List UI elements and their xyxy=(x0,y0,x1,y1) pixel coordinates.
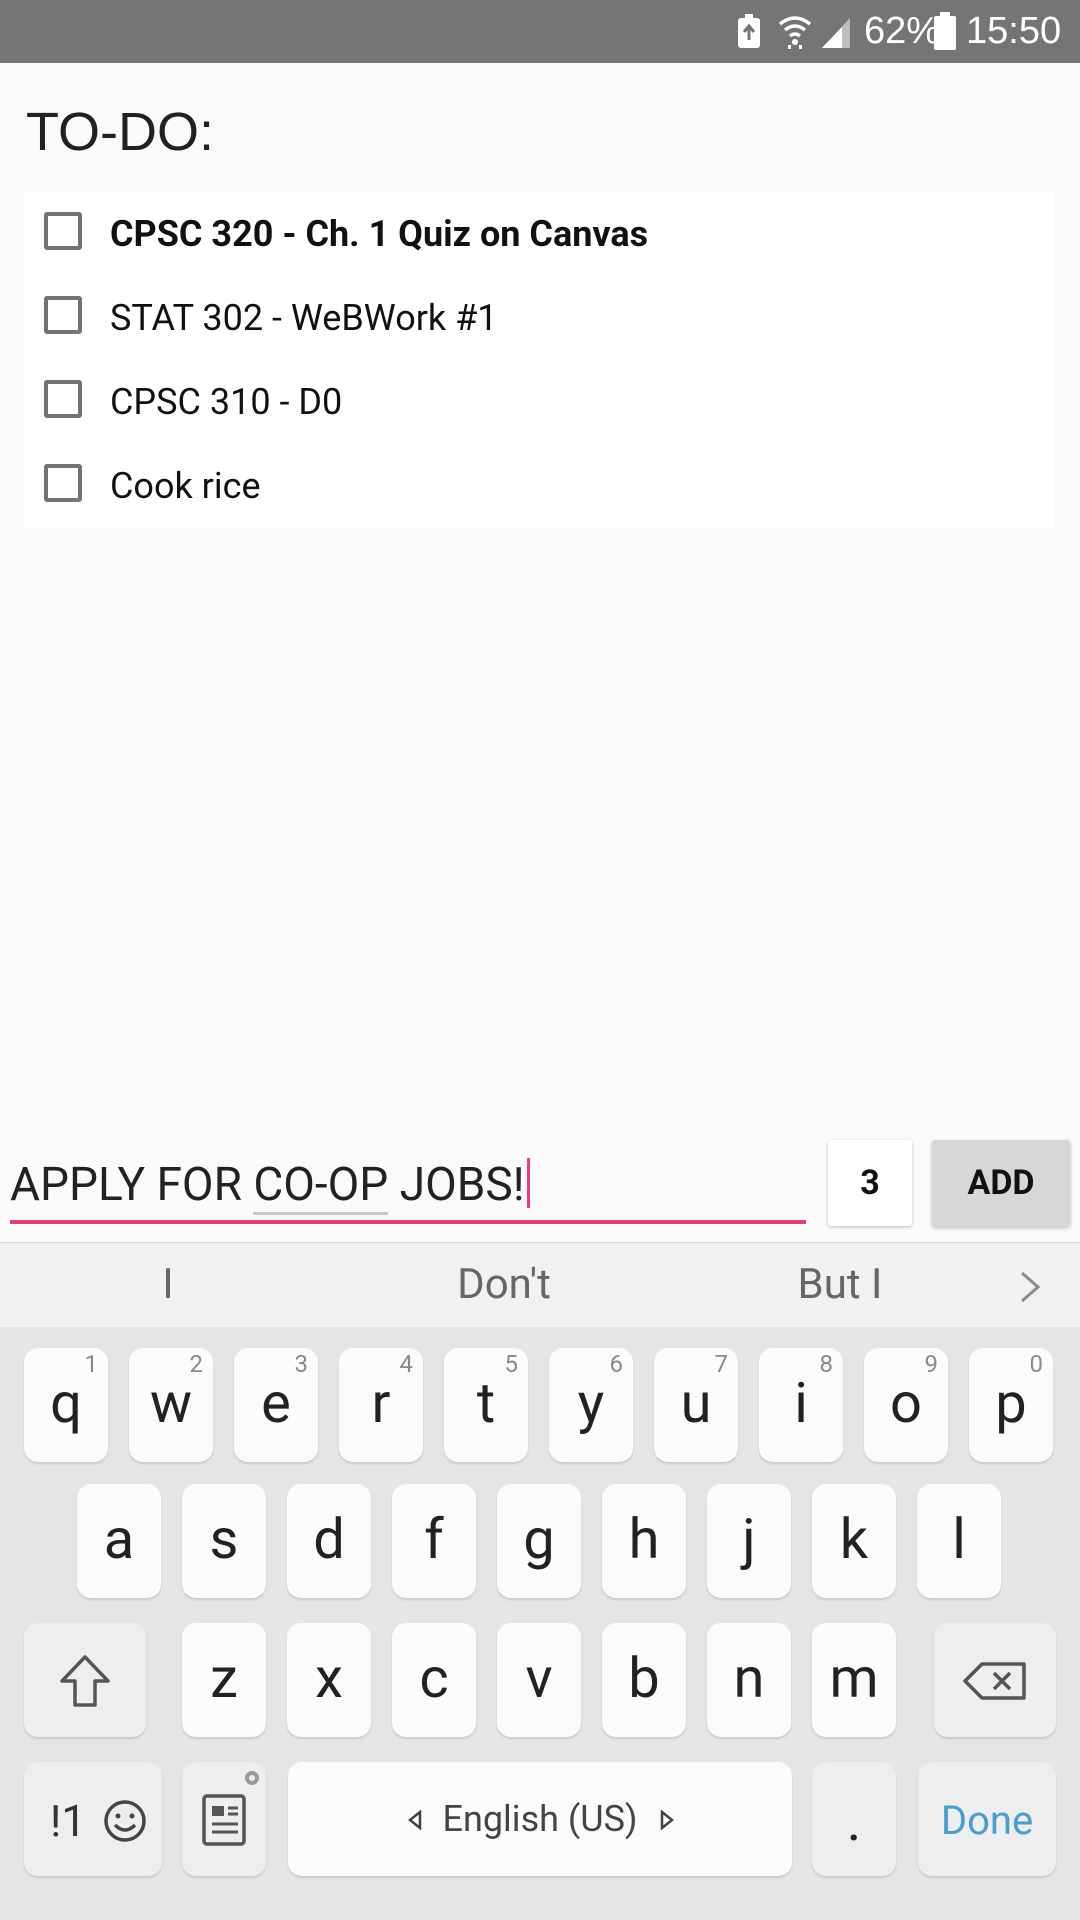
suggestion-3[interactable]: But I xyxy=(672,1243,1008,1327)
checkbox[interactable] xyxy=(44,380,82,418)
item-label: CPSC 310 - D0 xyxy=(110,381,343,423)
symbols-key[interactable]: !1 xyxy=(24,1762,162,1876)
battery-percent: 62% xyxy=(864,10,941,52)
key-a[interactable]: a xyxy=(77,1484,161,1598)
key-o[interactable]: 9o xyxy=(864,1348,948,1462)
key-n[interactable]: n xyxy=(707,1623,791,1737)
key-v[interactable]: v xyxy=(497,1623,581,1737)
priority-field[interactable]: 3 xyxy=(828,1140,912,1226)
checkbox[interactable] xyxy=(44,296,82,334)
text-cursor xyxy=(526,1158,530,1208)
input-text-prefix: APPLY FOR xyxy=(10,1158,254,1212)
suggestion-1[interactable]: I xyxy=(0,1243,336,1327)
shift-key[interactable] xyxy=(24,1623,146,1737)
composing-text: CO-OP xyxy=(253,1158,389,1215)
key-r[interactable]: 4r xyxy=(339,1348,423,1462)
arrow-right-icon xyxy=(660,1810,674,1830)
key-z[interactable]: z xyxy=(182,1623,266,1737)
battery-icon xyxy=(934,12,956,50)
input-text-suffix: JOBS! xyxy=(388,1158,525,1212)
key-g[interactable]: g xyxy=(497,1484,581,1598)
status-bar: 62% 15:50 xyxy=(0,0,1080,63)
key-s[interactable]: s xyxy=(182,1484,266,1598)
shift-icon xyxy=(60,1655,110,1707)
space-label: English (US) xyxy=(442,1798,638,1840)
key-w[interactable]: 2w xyxy=(129,1348,213,1462)
cell-signal-icon xyxy=(822,18,850,48)
symbols-label: !1 xyxy=(50,1795,87,1847)
list-item[interactable]: CPSC 320 - Ch. 1 Quiz on Canvas xyxy=(24,192,1054,276)
list-item[interactable]: STAT 302 - WeBWork #1 xyxy=(24,276,1054,360)
space-key[interactable]: English (US) xyxy=(288,1762,792,1876)
key-e[interactable]: 3e xyxy=(234,1348,318,1462)
new-task-input[interactable]: APPLY FOR CO-OP JOBS! xyxy=(10,1150,806,1226)
page-title: TO-DO: xyxy=(26,102,214,162)
key-i[interactable]: 8i xyxy=(759,1348,843,1462)
key-c[interactable]: c xyxy=(392,1623,476,1737)
key-t[interactable]: 5t xyxy=(444,1348,528,1462)
key-k[interactable]: k xyxy=(812,1484,896,1598)
item-label: CPSC 320 - Ch. 1 Quiz on Canvas xyxy=(110,213,649,255)
chevron-right-icon[interactable] xyxy=(1012,1269,1048,1305)
done-key[interactable]: Done xyxy=(918,1762,1056,1876)
add-button[interactable]: ADD xyxy=(932,1140,1070,1226)
wifi-icon xyxy=(778,16,812,49)
clipboard-key[interactable] xyxy=(182,1762,266,1876)
key-b[interactable]: b xyxy=(602,1623,686,1737)
clock: 15:50 xyxy=(966,10,1062,52)
key-q[interactable]: 1q xyxy=(24,1348,108,1462)
input-text[interactable]: APPLY FOR CO-OP JOBS! xyxy=(10,1154,530,1216)
key-x[interactable]: x xyxy=(287,1623,371,1737)
checkbox[interactable] xyxy=(44,464,82,502)
clipboard-settings-icon xyxy=(202,1771,259,1846)
battery-saver-icon xyxy=(738,14,760,48)
key-l[interactable]: l xyxy=(917,1484,1001,1598)
emoji-icon xyxy=(104,1800,146,1842)
key-d[interactable]: d xyxy=(287,1484,371,1598)
list-item[interactable]: CPSC 310 - D0 xyxy=(24,360,1054,444)
item-label: Cook rice xyxy=(110,465,261,507)
suggestion-bar: I Don't But I xyxy=(0,1242,1080,1327)
key-y[interactable]: 6y xyxy=(549,1348,633,1462)
key-p[interactable]: 0p xyxy=(969,1348,1053,1462)
key-m[interactable]: m xyxy=(812,1623,896,1737)
input-underline xyxy=(10,1220,806,1224)
key-f[interactable]: f xyxy=(392,1484,476,1598)
key-j[interactable]: j xyxy=(707,1484,791,1598)
backspace-key[interactable] xyxy=(934,1623,1056,1737)
backspace-icon xyxy=(963,1662,1026,1700)
item-label: STAT 302 - WeBWork #1 xyxy=(110,297,498,339)
list-item[interactable]: Cook rice xyxy=(24,444,1054,528)
checkbox[interactable] xyxy=(44,212,82,250)
period-key[interactable]: . xyxy=(812,1762,896,1876)
key-u[interactable]: 7u xyxy=(654,1348,738,1462)
todo-list: CPSC 320 - Ch. 1 Quiz on Canvas STAT 302… xyxy=(24,192,1054,528)
done-label: Done xyxy=(940,1797,1034,1844)
keyboard: I Don't But I 1q 2w 3e 4r 5t 6y 7u 8i 9o… xyxy=(0,1242,1080,1920)
suggestion-2[interactable]: Don't xyxy=(336,1243,672,1327)
key-h[interactable]: h xyxy=(602,1484,686,1598)
